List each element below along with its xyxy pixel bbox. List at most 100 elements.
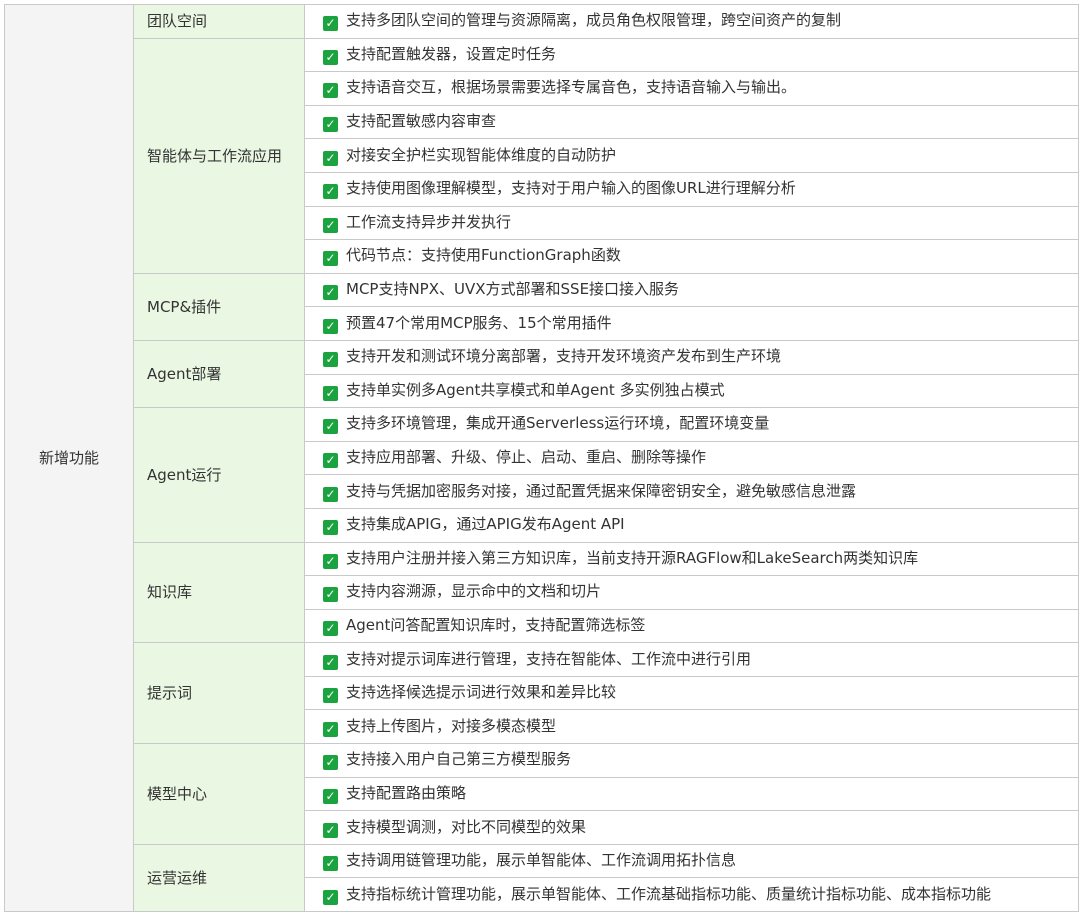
check-square-icon: ✓ <box>323 721 338 737</box>
feature-item: ✓ 支持语音交互，根据场景需要选择专属音色，支持语音输入与输出。 <box>304 71 1079 106</box>
feature-text: 预置47个常用MCP服务、15个常用插件 <box>346 313 612 332</box>
table-row: 模型中心 ✓ 支持接入用户自己第三方模型服务 <box>5 743 1079 845</box>
feature-item: ✓ 工作流支持异步并发执行 <box>304 205 1079 241</box>
feature-item: ✓ Agent问答配置知识库时，支持配置筛选标签 <box>304 608 1079 644</box>
feature-item: ✓ 支持选择候选提示词进行效果和差异比较 <box>304 675 1079 711</box>
feature-text: 代码节点：支持使用FunctionGraph函数 <box>346 246 621 265</box>
check-square-icon: ✓ <box>323 352 338 368</box>
feature-text: 支持单实例多Agent共享模式和单Agent 多实例独占模式 <box>346 380 725 399</box>
feature-text: 支持与凭据加密服务对接，通过配置凭据来保障密钥安全，避免敏感信息泄露 <box>346 481 857 500</box>
feature-item: ✓ 代码节点：支持使用FunctionGraph函数 <box>304 239 1079 274</box>
check-square-icon: ✓ <box>323 654 338 670</box>
feature-text: 支持配置路由策略 <box>346 783 467 802</box>
features-table-body: 新增功能 团队空间 ✓ 支持多团队空间的管理与资源隔离，成员角色权限管理，跨空间资产的… <box>4 3 1079 913</box>
check-square-icon: ✓ <box>323 318 338 334</box>
feature-text: 支持调用链管理功能，展示单智能体、工作流调用拓扑信息 <box>346 851 737 870</box>
table-row: 提示词 ✓ 支持对提示词库进行管理，支持在智能体、工作流中进行引用 <box>5 642 1079 745</box>
check-square-icon: ✓ <box>323 217 338 233</box>
check-square-icon: ✓ <box>323 856 338 872</box>
feature-item: ✓ 支持与凭据加密服务对接，通过配置凭据来保障密钥安全，避免敏感信息泄露 <box>304 474 1079 509</box>
check-square-icon: ✓ <box>323 788 338 804</box>
feature-item: ✓ 预置47个常用MCP服务、15个常用插件 <box>304 306 1079 341</box>
check-square-icon: ✓ <box>323 83 338 99</box>
category-label: Agent运行 <box>133 407 305 543</box>
category-label: 团队空间 <box>133 4 305 39</box>
table-row: Agent运行 ✓ 支持多环境管理，集成开通Serverless运行环境，配置环境变… <box>5 407 1079 543</box>
feature-text: 支持选择候选提示词进行效果和差异比较 <box>346 683 617 702</box>
feature-text: 支持语音交互，根据场景需要选择专属音色，支持语音输入与输出。 <box>346 78 797 97</box>
category-label: Agent部署 <box>133 339 305 409</box>
check-square-icon: ✓ <box>323 251 338 267</box>
feature-item: ✓ 支持开发和测试环境分离部署，支持开发环境资产发布到生产环境 <box>304 339 1079 375</box>
feature-text: 支持应用部署、升级、停止、启动、重启、删除等操作 <box>346 448 707 467</box>
feature-text: 支持使用图像理解模型，支持对于用户输入的图像URL进行理解分析 <box>346 179 796 198</box>
table-row: Agent部署 ✓ 支持开发和测试环境分离部署，支持开发环境资产发布到生产环境 <box>5 339 1079 409</box>
feature-text: MCP支持NPX、UVX方式部署和SSE接口接入服务 <box>346 280 680 299</box>
feature-item: ✓ 支持上传图片，对接多模态模型 <box>304 709 1079 745</box>
feature-text: 工作流支持异步并发执行 <box>346 212 512 231</box>
feature-text: 支持模型调测，对比不同模型的效果 <box>346 817 587 836</box>
feature-text: 支持多团队空间的管理与资源隔离，成员角色权限管理，跨空间资产的复制 <box>346 11 842 30</box>
check-square-icon: ✓ <box>323 184 338 200</box>
feature-item: ✓ 支持集成APIG，通过APIG发布Agent API <box>304 507 1079 543</box>
check-square-icon: ✓ <box>323 453 338 469</box>
feature-item: ✓ 支持内容溯源，显示命中的文档和切片 <box>304 575 1079 610</box>
feature-item: ✓ 支持使用图像理解模型，支持对于用户输入的图像URL进行理解分析 <box>304 171 1079 207</box>
feature-text: 支持上传图片，对接多模态模型 <box>346 716 557 735</box>
feature-item: ✓ 支持指标统计管理功能，展示单智能体、工作流基础指标功能、质量统计指标功能、成本… <box>304 877 1079 913</box>
features-table: 新增功能 团队空间 ✓ 支持多团队空间的管理与资源隔离，成员角色权限管理，跨空间资产的… <box>4 3 1079 913</box>
feature-text: 对接安全护栏实现智能体维度的自动防护 <box>346 145 617 164</box>
feature-text: 支持用户注册并接入第三方知识库，当前支持开源RAGFlow和LakeSearch… <box>346 548 919 567</box>
feature-text: 支持配置敏感内容审查 <box>346 112 497 131</box>
check-square-icon: ✓ <box>323 117 338 133</box>
feature-item: ✓ 支持用户注册并接入第三方知识库，当前支持开源RAGFlow和LakeSearc… <box>304 541 1079 577</box>
feature-text: 支持指标统计管理功能，展示单智能体、工作流基础指标功能、质量统计指标功能、成本指… <box>346 884 992 903</box>
feature-item: ✓ 对接安全护栏实现智能体维度的自动防护 <box>304 138 1079 173</box>
section-title: 新增功能 <box>4 3 134 913</box>
check-square-icon: ✓ <box>323 385 338 401</box>
table-row: 新增功能 团队空间 ✓ 支持多团队空间的管理与资源隔离，成员角色权限管理，跨空间资产的… <box>4 3 1079 913</box>
check-square-icon: ✓ <box>323 822 338 838</box>
check-square-icon: ✓ <box>323 587 338 603</box>
feature-item: ✓ 支持接入用户自己第三方模型服务 <box>304 743 1079 778</box>
feature-item: ✓ 支持单实例多Agent共享模式和单Agent 多实例独占模式 <box>304 373 1079 409</box>
feature-text: 支持开发和测试环境分离部署，支持开发环境资产发布到生产环境 <box>346 347 782 366</box>
check-square-icon: ✓ <box>323 889 338 905</box>
feature-text: 支持配置触发器，设置定时任务 <box>346 44 557 63</box>
feature-item: ✓ 支持模型调测，对比不同模型的效果 <box>304 810 1079 845</box>
feature-text: 支持对提示词库进行管理，支持在智能体、工作流中进行引用 <box>346 649 752 668</box>
feature-item: ✓ 支持调用链管理功能，展示单智能体、工作流调用拓扑信息 <box>304 843 1079 879</box>
table-row: MCP&插件 ✓ MCP支持NPX、UVX方式部署和SSE接口接入服务 <box>5 272 1079 341</box>
feature-item: ✓ 支持配置路由策略 <box>304 776 1079 812</box>
feature-item: ✓ 支持多团队空间的管理与资源隔离，成员角色权限管理，跨空间资产的复制 <box>304 4 1079 39</box>
category-label: 知识库 <box>133 541 305 644</box>
check-square-icon: ✓ <box>323 553 338 569</box>
feature-text: 支持集成APIG，通过APIG发布Agent API <box>346 515 625 534</box>
category-label: 提示词 <box>133 642 305 745</box>
check-square-icon: ✓ <box>323 419 338 435</box>
check-square-icon: ✓ <box>323 688 338 704</box>
table-row: 智能体与工作流应用 ✓ 支持配置触发器，设置定时任务 <box>5 37 1079 274</box>
feature-item: ✓ 支持配置触发器，设置定时任务 <box>304 37 1079 73</box>
check-square-icon: ✓ <box>323 150 338 166</box>
feature-text: 支持内容溯源，显示命中的文档和切片 <box>346 582 602 601</box>
category-label: 运营运维 <box>133 843 305 913</box>
feature-item: ✓ 支持应用部署、升级、停止、启动、重启、删除等操作 <box>304 440 1079 476</box>
category-label: 智能体与工作流应用 <box>133 37 305 274</box>
feature-item: ✓ 支持对提示词库进行管理，支持在智能体、工作流中进行引用 <box>304 642 1079 677</box>
check-square-icon: ✓ <box>323 16 338 32</box>
category-label: MCP&插件 <box>133 272 305 341</box>
category-label: 模型中心 <box>133 743 305 845</box>
feature-text: 支持接入用户自己第三方模型服务 <box>346 750 572 769</box>
check-square-icon: ✓ <box>323 520 338 536</box>
check-square-icon: ✓ <box>323 486 338 502</box>
check-square-icon: ✓ <box>323 620 338 636</box>
check-square-icon: ✓ <box>323 285 338 301</box>
table-row: 知识库 ✓ 支持用户注册并接入第三方知识库，当前支持开源RAGFlow和LakeSe… <box>5 541 1079 644</box>
check-square-icon: ✓ <box>323 49 338 65</box>
feature-text: 支持多环境管理，集成开通Serverless运行环境，配置环境变量 <box>346 414 770 433</box>
table-row: 运营运维 ✓ 支持调用链管理功能，展示单智能体、工作流调用拓扑信息 <box>5 843 1079 913</box>
check-square-icon: ✓ <box>323 755 338 771</box>
feature-item: ✓ 支持多环境管理，集成开通Serverless运行环境，配置环境变量 <box>304 407 1079 442</box>
feature-text: Agent问答配置知识库时，支持配置筛选标签 <box>346 615 646 634</box>
